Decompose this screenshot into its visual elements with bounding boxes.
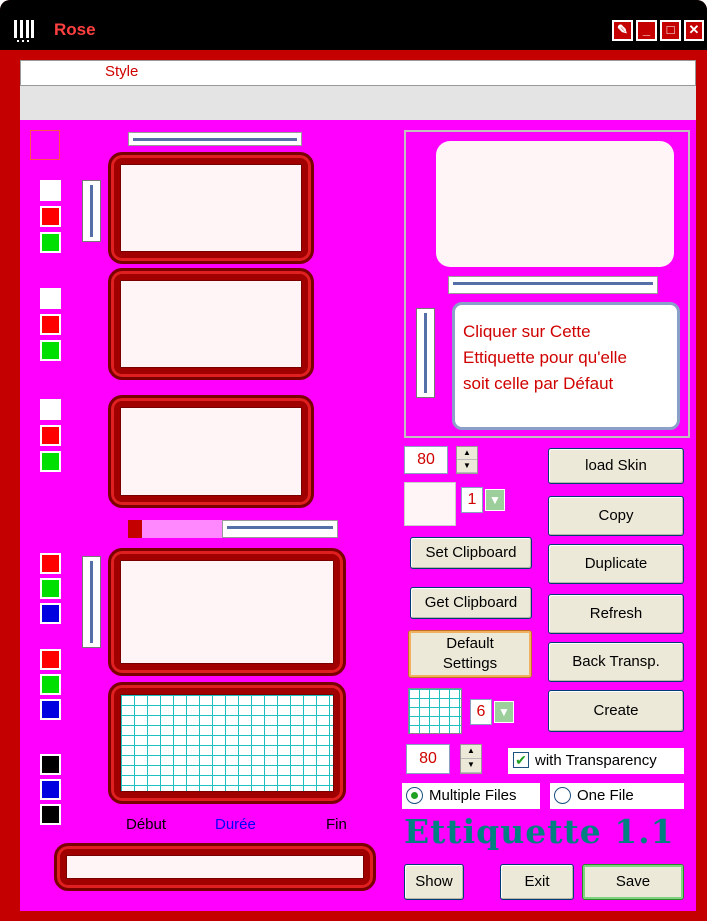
close-button[interactable]: ✕ xyxy=(684,20,704,41)
progress-track xyxy=(128,520,222,538)
copy-button[interactable]: Copy xyxy=(548,496,684,536)
exit-button[interactable]: Exit xyxy=(500,864,574,900)
grid-icon[interactable] xyxy=(408,688,462,734)
preview-shape[interactable] xyxy=(436,141,674,267)
create-button[interactable]: Create xyxy=(548,690,684,732)
multiple-files-option[interactable]: Multiple Files xyxy=(402,783,540,809)
swatch-red[interactable] xyxy=(40,553,61,574)
label-line-2: Ettiquette pour qu'elle xyxy=(463,348,627,367)
get-clipboard-button[interactable]: Get Clipboard xyxy=(410,587,532,619)
swatch-red[interactable] xyxy=(40,314,61,335)
label-line-1: Cliquer sur Cette xyxy=(463,322,591,341)
multiple-files-label: Multiple Files xyxy=(429,787,517,804)
maximize-button[interactable]: □ xyxy=(660,20,681,41)
chevron-down-icon[interactable]: ▼ xyxy=(494,701,514,723)
vertical-slider[interactable] xyxy=(82,556,101,648)
save-button[interactable]: Save xyxy=(582,864,684,900)
swatch-red[interactable] xyxy=(40,425,61,446)
preview-vertical-slider[interactable] xyxy=(416,308,435,398)
label-fin: Fin xyxy=(326,816,347,833)
style-panel-2[interactable] xyxy=(108,268,314,380)
style-panel-4[interactable] xyxy=(108,548,346,676)
swatch-white[interactable] xyxy=(40,288,61,309)
swatch-green[interactable] xyxy=(40,674,61,695)
color-preview[interactable] xyxy=(30,130,60,160)
menu-style[interactable]: Style xyxy=(105,63,138,80)
help-icon[interactable]: ✎ xyxy=(612,20,633,41)
refresh-button[interactable]: Refresh xyxy=(548,594,684,634)
style-panel-1[interactable] xyxy=(108,152,314,264)
swatch-white[interactable] xyxy=(40,399,61,420)
color-box[interactable] xyxy=(404,482,456,526)
progress-handle[interactable] xyxy=(128,520,142,538)
preview-slider[interactable] xyxy=(448,276,658,294)
default-settings-line-2: Settings xyxy=(442,655,498,672)
top-slider[interactable] xyxy=(128,132,302,146)
swatch-green[interactable] xyxy=(40,451,61,472)
swatch-white[interactable] xyxy=(40,180,61,201)
set-clipboard-button[interactable]: Set Clipboard xyxy=(410,537,532,569)
transparency-option[interactable]: ✔ with Transparency xyxy=(508,748,684,774)
radio-unselected[interactable] xyxy=(554,787,571,804)
swatch-blue[interactable] xyxy=(40,699,61,720)
title-bar[interactable]: Rose ✎ _ □ ✕ xyxy=(0,0,707,50)
label-debut: Début xyxy=(126,816,167,833)
swatch-red[interactable] xyxy=(40,206,61,227)
default-settings-button[interactable]: Default Settings xyxy=(408,630,532,678)
window-title: Rose xyxy=(54,20,96,39)
one-file-label: One File xyxy=(577,787,634,804)
radio-selected[interactable] xyxy=(406,787,423,804)
style-panel-3[interactable] xyxy=(108,395,314,508)
size-input-2[interactable]: 80 xyxy=(406,744,450,774)
swatch-green[interactable] xyxy=(40,232,61,253)
label-line-3: soit celle par Défaut xyxy=(463,374,614,393)
swatch-blue[interactable] xyxy=(40,779,61,800)
chevron-down-icon[interactable]: ▼ xyxy=(485,489,505,511)
load-skin-button[interactable]: load Skin xyxy=(548,448,684,484)
label-duree: Durée xyxy=(215,816,256,833)
grid-panel[interactable] xyxy=(108,682,346,804)
swatch-green[interactable] xyxy=(40,578,61,599)
bottom-input-panel[interactable] xyxy=(54,843,376,891)
swatch-green[interactable] xyxy=(40,340,61,361)
back-transp-button[interactable]: Back Transp. xyxy=(548,642,684,682)
swatch-blue[interactable] xyxy=(40,603,61,624)
dropdown-2-value[interactable]: 6 xyxy=(470,699,492,725)
app-icon xyxy=(14,20,34,42)
swatch-black[interactable] xyxy=(40,754,61,775)
middle-slider[interactable] xyxy=(222,520,338,538)
one-file-option[interactable]: One File xyxy=(550,783,684,809)
toolbar xyxy=(20,86,696,120)
size-spinner[interactable]: ▲ ▼ xyxy=(456,446,478,474)
size-input[interactable]: 80 xyxy=(404,446,448,474)
brand-title: Ettiquette 1.1 xyxy=(404,812,675,851)
dropdown-1-value[interactable]: 1 xyxy=(461,487,483,513)
default-label[interactable]: Cliquer sur Cette Ettiquette pour qu'ell… xyxy=(452,302,680,430)
vertical-slider[interactable] xyxy=(82,180,101,242)
show-button[interactable]: Show xyxy=(404,864,464,900)
default-settings-line-1: Default xyxy=(446,635,494,652)
transparency-checkbox[interactable]: ✔ xyxy=(513,752,529,768)
duplicate-button[interactable]: Duplicate xyxy=(548,544,684,584)
minimize-button[interactable]: _ xyxy=(636,20,657,41)
menu-bar: Style xyxy=(20,60,696,86)
transparency-label: with Transparency xyxy=(535,752,657,769)
swatch-red[interactable] xyxy=(40,649,61,670)
size-spinner-2[interactable]: ▲ ▼ xyxy=(460,744,482,774)
swatch-black[interactable] xyxy=(40,804,61,825)
